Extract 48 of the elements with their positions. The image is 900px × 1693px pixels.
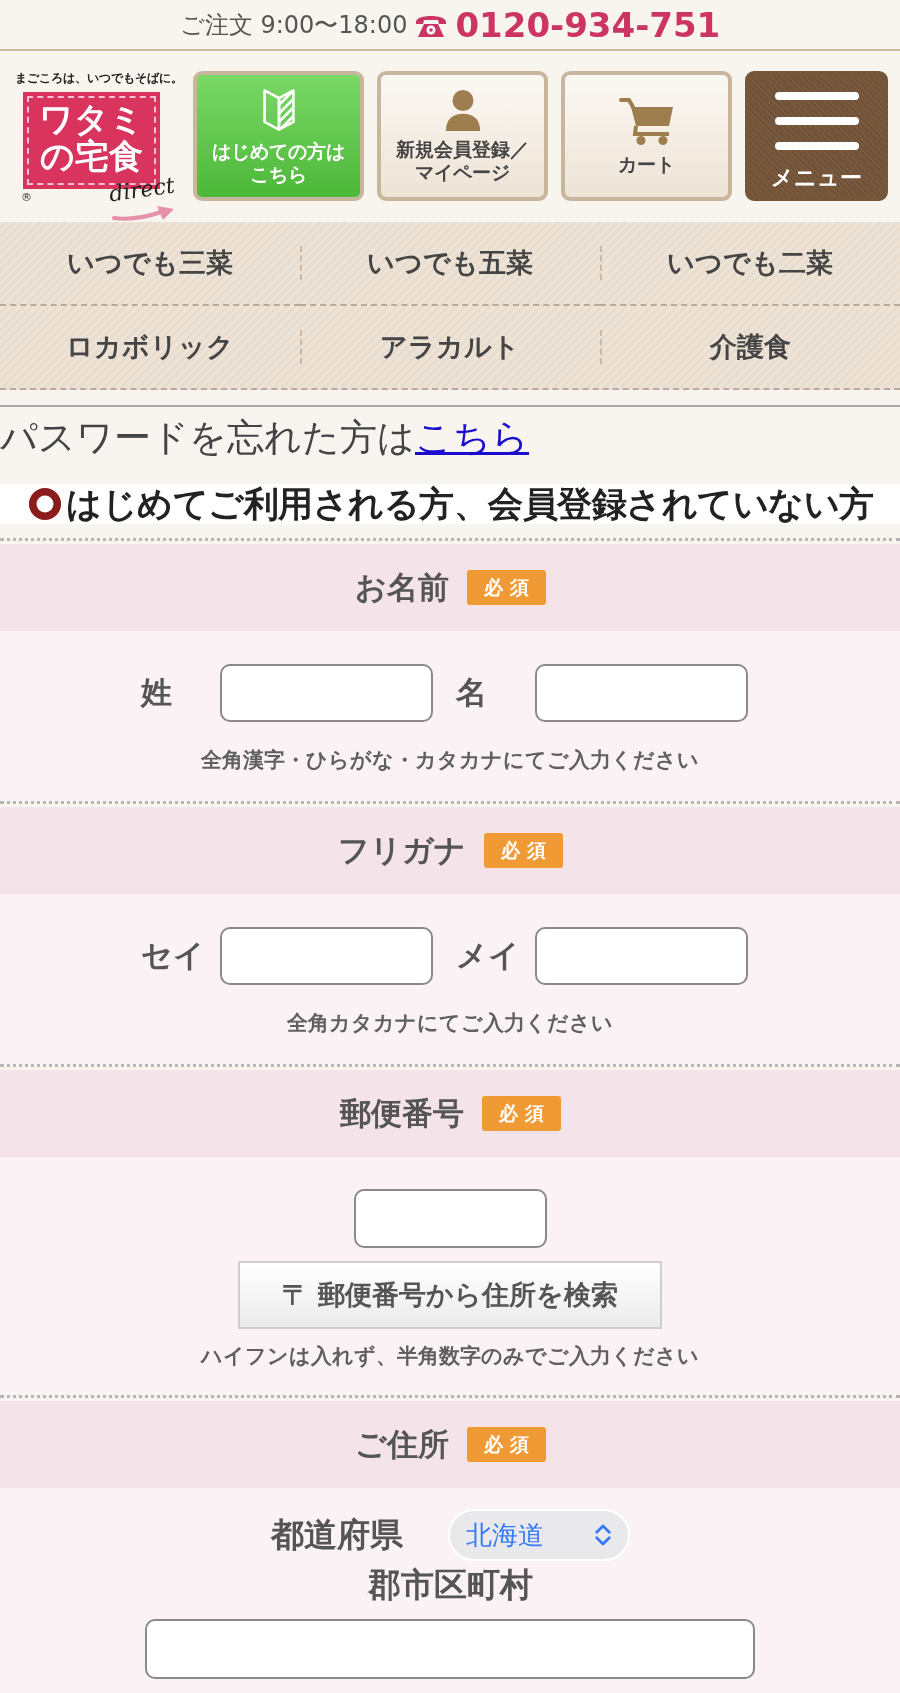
category-link[interactable]: アラカルト	[300, 306, 600, 388]
category-link[interactable]: ロカボリック	[0, 306, 300, 388]
here-link[interactable]: こちら	[415, 416, 529, 459]
text-input-field[interactable]	[534, 664, 748, 722]
text-input-field[interactable]	[219, 927, 433, 985]
category-link[interactable]: いつでも三菜	[0, 222, 300, 306]
arrow-icon	[111, 205, 175, 221]
category-link[interactable]: 介護食	[600, 306, 900, 388]
field-label: 名	[455, 673, 488, 712]
required-badge: 必須	[483, 833, 563, 868]
field-label: 都道府県	[270, 1517, 403, 1553]
required-badge: 必須	[466, 1427, 546, 1462]
menu-icon	[774, 91, 859, 150]
account-button[interactable]: 新規会員登録／マイページ	[377, 71, 548, 201]
logo-script-text: direct	[107, 173, 177, 207]
section-heading: はじめてご利用される方、会員登録されていない方	[66, 484, 874, 524]
category-link[interactable]: いつでも五菜	[300, 222, 600, 306]
required-badge: 必須	[466, 570, 546, 605]
field-label: 姓	[140, 673, 173, 712]
text-input-field[interactable]	[534, 927, 748, 985]
registered-mark: ®	[21, 192, 32, 204]
category-link[interactable]: いつでも二菜	[600, 222, 900, 306]
person-icon	[443, 88, 482, 131]
logo-tagline: まごころは、いつでもそばに。	[15, 71, 183, 86]
field-label: 郡市区町村	[367, 1567, 533, 1603]
phone-number-link[interactable]: 0120-934-751	[455, 4, 721, 45]
beginner-mark-icon	[261, 86, 296, 133]
city-input-field[interactable]	[145, 1619, 755, 1679]
forgot-password-text: パスワードを忘れた方は こちら	[0, 415, 529, 461]
input-hint: 全角漢字・ひらがな・カタカナにてご入力ください	[201, 747, 699, 774]
order-hours-text: ご注文 9:00〜18:00	[179, 9, 408, 41]
chevron-up-down-icon	[593, 1522, 612, 1548]
required-badge: 必須	[481, 1096, 561, 1131]
menu-button[interactable]: メニュー	[745, 71, 888, 201]
section-title: ご住所	[354, 1424, 449, 1464]
text-input-field[interactable]	[219, 664, 433, 722]
address-search-button[interactable]: 〒 郵便番号から住所を検索	[238, 1261, 662, 1329]
input-hint: 全角カタカナにてご入力ください	[287, 1010, 613, 1037]
field-label: メイ	[455, 936, 521, 975]
section-title: お名前	[354, 567, 449, 607]
cart-button[interactable]: カート	[561, 71, 732, 201]
field-label: セイ	[140, 936, 206, 975]
section-title: フリガナ	[337, 830, 466, 870]
postal-code-field[interactable]	[353, 1189, 547, 1248]
input-hint: ハイフンは入れず、半角数字のみでご入力ください	[201, 1343, 699, 1370]
cart-icon	[618, 96, 675, 146]
ring-icon	[28, 487, 62, 521]
section-title: 郵便番号	[339, 1093, 464, 1133]
